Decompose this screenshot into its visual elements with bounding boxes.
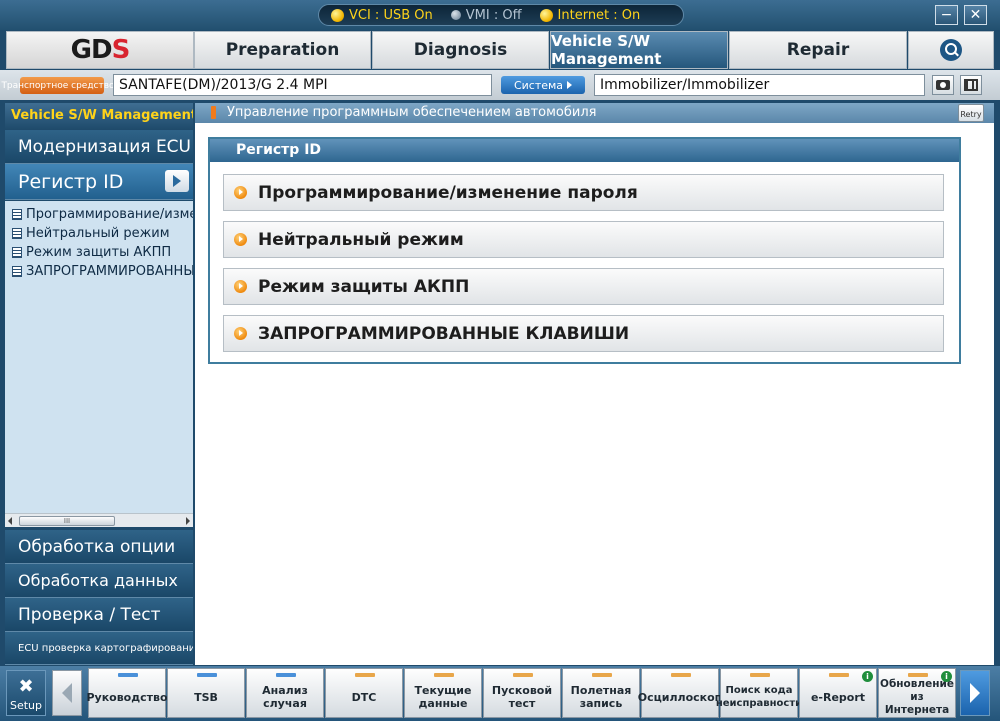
info-icon: i (862, 671, 873, 682)
scroll-left-icon[interactable] (8, 517, 12, 525)
system-select-button[interactable]: Система (501, 76, 585, 94)
main-content: Управление программным обеспечением авто… (195, 103, 994, 665)
indicator-icon (197, 673, 217, 677)
arrow-bullet-icon (234, 280, 247, 293)
tool-fault-code-search[interactable]: Поиск кода неисправности (716, 668, 802, 718)
option-password[interactable]: Программирование/изменение пароля (223, 174, 944, 211)
tool-case-analysis[interactable]: Анализ случая (246, 668, 324, 718)
setup-button[interactable]: ✖ Setup (6, 670, 46, 716)
tool-e-report[interactable]: i e-Report (799, 668, 877, 718)
arrow-bullet-icon (234, 186, 247, 199)
panel-title: Регистр ID (210, 139, 959, 162)
tab-repair[interactable]: Repair (729, 31, 907, 69)
tree-item-transmission-protection[interactable]: Режим защиты АКПП (5, 243, 193, 262)
tool-internet-update[interactable]: i Обновление из Интернета (878, 668, 956, 718)
id-register-panel: Регистр ID Программирование/изменение па… (208, 137, 961, 364)
info-icon: i (941, 671, 952, 682)
camera-icon (936, 80, 950, 90)
vehicle-field[interactable]: SANTAFE(DM)/2013/G 2.4 MPI (113, 74, 492, 96)
tree-item-neutral-mode[interactable]: Нейтральный режим (5, 224, 193, 243)
sidebar-scrollbar[interactable]: III (5, 513, 193, 527)
indicator-icon (355, 673, 375, 677)
arrow-bullet-icon (234, 327, 247, 340)
scroll-thumb[interactable]: III (19, 516, 115, 526)
indicator-icon (829, 673, 849, 677)
indicator-icon (908, 673, 928, 677)
title-bar: VCI : USB On VMI : Off Internet : On − ✕ (0, 0, 1000, 30)
tool-manual[interactable]: Руководство (86, 668, 168, 718)
grid-icon (964, 79, 978, 91)
document-icon (12, 209, 22, 220)
logo: GDS (6, 31, 194, 69)
tool-flight-record[interactable]: Полетная запись (562, 668, 640, 718)
sidebar-item-ecu-mapping-check[interactable]: ECU проверка картографирования (5, 632, 193, 665)
sidebar-item-data-processing[interactable]: Обработка данных (5, 564, 193, 598)
tree-item-password[interactable]: Программирование/изменение пароля (5, 205, 193, 224)
indicator-icon (434, 673, 454, 677)
tool-current-data[interactable]: Текущие данные (404, 668, 482, 718)
search-icon (940, 39, 962, 61)
tab-vehicle-sw-management[interactable]: Vehicle S/W Management (550, 31, 728, 69)
sidebar-item-id-register[interactable]: Регистр ID (5, 164, 193, 200)
breadcrumb-marker-icon (211, 106, 216, 119)
document-icon (12, 228, 22, 239)
vci-status-icon (331, 8, 344, 22)
indicator-icon (592, 673, 612, 677)
vmi-status-icon (450, 10, 461, 20)
tool-tsb[interactable]: TSB (167, 668, 245, 718)
vci-status: VCI : USB On (331, 8, 433, 23)
vehicle-select-button[interactable]: Транспортное средство (1, 77, 123, 94)
indicator-icon (118, 673, 138, 677)
document-icon (12, 266, 22, 277)
indicator-icon (276, 673, 296, 677)
minimize-button[interactable]: − (935, 5, 958, 25)
expand-arrow-icon (165, 170, 189, 192)
sidebar-item-ecu-upgrade[interactable]: Модернизация ECU (5, 130, 193, 164)
tree-item-programmed-keys[interactable]: ЗАПРОГРАММИРОВАННЫЕ КЛАВИШИ (5, 262, 193, 281)
close-button[interactable]: ✕ (964, 5, 987, 25)
tools-icon: ✖ (18, 676, 34, 697)
arrow-bullet-icon (234, 233, 247, 246)
toolbar-prev-button[interactable] (52, 670, 82, 716)
sidebar-item-option-processing[interactable]: Обработка опции (5, 530, 193, 564)
sidebar-tree: Программирование/изменение пароля Нейтра… (5, 201, 193, 513)
tool-actuation-test[interactable]: Пусковой тест (483, 668, 561, 718)
arrow-right-icon (567, 81, 573, 89)
document-icon (12, 247, 22, 258)
option-neutral-mode[interactable]: Нейтральный режим (223, 221, 944, 258)
tab-diagnosis[interactable]: Diagnosis (372, 31, 549, 69)
internet-status-icon (539, 8, 553, 22)
tool-oscilloscope[interactable]: Осциллоскоп (638, 668, 722, 718)
sidebar-header: Vehicle S/W Management (5, 103, 193, 129)
system-field[interactable]: Immobilizer/Immobilizer (594, 74, 925, 96)
scroll-right-icon[interactable] (186, 517, 190, 525)
arrow-left-icon (62, 683, 72, 703)
vehicle-bar: Транспортное средство SANTAFE(DM)/2013/G… (0, 70, 1000, 100)
tab-preparation[interactable]: Preparation (194, 31, 371, 69)
indicator-icon (750, 673, 770, 677)
indicator-icon (513, 673, 533, 677)
arrow-right-icon (970, 683, 980, 703)
search-button[interactable] (908, 31, 994, 69)
option-transmission-protection[interactable]: Режим защиты АКПП (223, 268, 944, 305)
connection-status: VCI : USB On VMI : Off Internet : On (318, 4, 684, 26)
indicator-icon (671, 673, 691, 677)
breadcrumb: Управление программным обеспечением авто… (195, 103, 994, 123)
toolbar-next-button[interactable] (960, 670, 990, 716)
option-programmed-keys[interactable]: ЗАПРОГРАММИРОВАННЫЕ КЛАВИШИ (223, 315, 944, 352)
sidebar-item-check-test[interactable]: Проверка / Тест (5, 598, 193, 632)
vmi-status: VMI : Off (450, 8, 522, 23)
internet-status: Internet : On (539, 8, 640, 23)
screenshot-button[interactable] (932, 75, 954, 95)
layout-button[interactable] (960, 75, 982, 95)
retry-button[interactable]: Retry (958, 104, 984, 122)
tool-dtc[interactable]: DTC (325, 668, 403, 718)
